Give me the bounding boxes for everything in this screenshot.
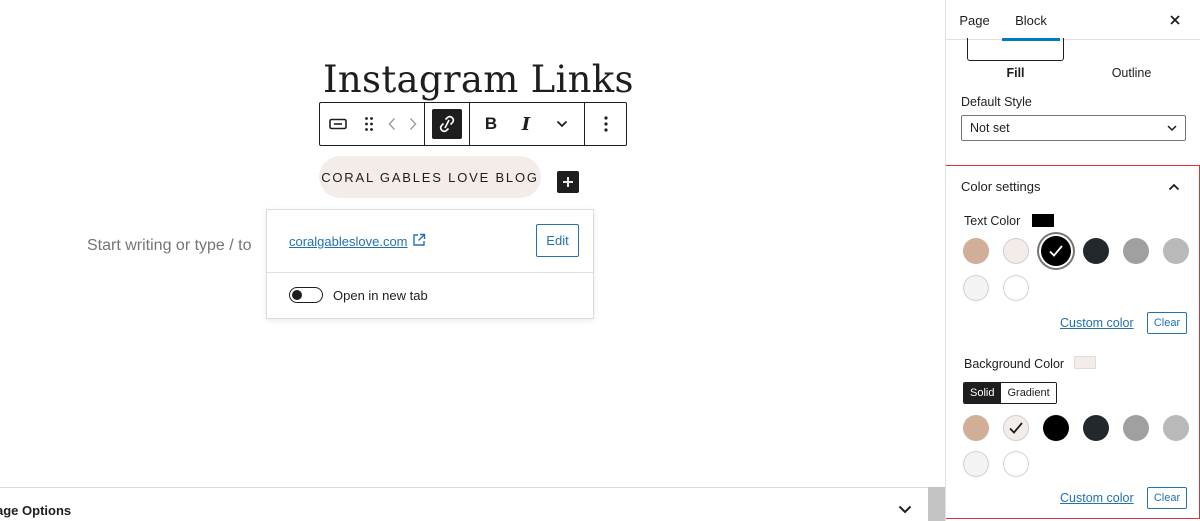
style-fill-preview[interactable] [967, 38, 1064, 61]
background-color-indicator [1074, 356, 1096, 369]
unlink-button[interactable] [425, 103, 469, 145]
chevron-down-icon[interactable] [898, 501, 912, 519]
background-color-swatch[interactable] [1003, 415, 1029, 441]
text-color-swatch[interactable] [1083, 238, 1109, 264]
background-color-swatch[interactable] [1163, 415, 1189, 441]
move-right-icon[interactable] [402, 103, 424, 145]
page-title[interactable]: Instagram Links [323, 58, 634, 101]
edit-link-button[interactable]: Edit [536, 224, 579, 257]
text-color-swatch[interactable] [1003, 275, 1029, 301]
italic-button[interactable]: I [512, 103, 540, 145]
background-color-swatch[interactable] [1003, 451, 1029, 477]
gradient-option[interactable]: Gradient [1000, 383, 1056, 403]
toggle-knob [292, 290, 302, 300]
link-popover-settings-row: Open in new tab [267, 273, 593, 319]
default-style-value: Not set [970, 121, 1010, 135]
text-custom-color-link[interactable]: Custom color [1060, 316, 1134, 330]
close-icon[interactable] [1166, 11, 1184, 29]
scrollbar-thumb[interactable] [928, 487, 945, 521]
link-url[interactable]: coralgableslove.com [289, 234, 408, 249]
tab-block[interactable]: Block [1002, 0, 1060, 41]
toolbar-group-format: B I [470, 103, 585, 145]
options-icon[interactable] [585, 103, 627, 145]
open-in-new-tab-toggle[interactable] [289, 287, 323, 303]
add-block-plus-icon[interactable] [557, 171, 579, 193]
move-left-icon[interactable] [382, 103, 402, 145]
button-block[interactable]: CORAL GABLES LOVE BLOG [319, 156, 541, 198]
style-fill-label[interactable]: Fill [967, 66, 1064, 80]
text-color-swatch[interactable] [963, 238, 989, 264]
text-color-swatch[interactable] [1041, 236, 1071, 266]
toolbar-group-link [425, 103, 470, 145]
color-settings-panel: Color settings Text Color Custom color C… [946, 165, 1200, 519]
editor-canvas: Instagram Links B I CORAL GABLES LOVE BL… [0, 0, 945, 521]
block-toolbar: B I [319, 102, 627, 146]
check-icon [1009, 422, 1023, 434]
chevron-up-icon[interactable] [1168, 178, 1180, 196]
bold-button[interactable]: B [470, 103, 512, 145]
open-in-new-tab-label: Open in new tab [333, 288, 428, 303]
background-color-swatch[interactable] [1043, 415, 1069, 441]
background-color-label: Background Color [964, 357, 1065, 371]
page-options-label: age Options [0, 503, 72, 518]
check-icon [1049, 245, 1063, 257]
solid-option[interactable]: Solid [964, 383, 1001, 403]
external-link-icon [412, 233, 426, 252]
toolbar-group-block [320, 103, 425, 145]
background-color-swatch[interactable] [1083, 415, 1109, 441]
toolbar-group-options [585, 103, 627, 145]
background-color-swatch[interactable] [1123, 415, 1149, 441]
link-popover-url-row: coralgableslove.com Edit [267, 210, 593, 273]
button-block-icon[interactable] [320, 103, 356, 145]
paragraph-placeholder[interactable]: Start writing or type / to [87, 237, 252, 255]
solid-gradient-toggle: Solid Gradient [963, 382, 1057, 404]
unlink-icon [432, 109, 462, 139]
more-rich-text-icon[interactable] [540, 103, 584, 145]
text-color-label: Text Color [964, 214, 1021, 228]
chevron-down-icon [1167, 121, 1177, 135]
text-color-swatch[interactable] [963, 275, 989, 301]
style-outline-label[interactable]: Outline [1083, 66, 1180, 80]
text-color-clear-button[interactable]: Clear [1147, 312, 1187, 334]
settings-sidebar: Page Block Fill Outline Default Style No… [945, 0, 1200, 521]
color-settings-title[interactable]: Color settings [961, 179, 1040, 194]
tab-page[interactable]: Page [953, 0, 996, 40]
background-custom-color-link[interactable]: Custom color [1060, 491, 1134, 505]
background-color-clear-button[interactable]: Clear [1147, 487, 1187, 509]
page-options-panel[interactable]: age Options [0, 487, 928, 521]
background-color-swatch[interactable] [963, 451, 989, 477]
sidebar-tabs: Page Block [946, 0, 1200, 41]
link-popover: coralgableslove.com Edit Open in new tab [266, 209, 594, 319]
default-style-select[interactable]: Not set [961, 115, 1186, 141]
text-color-swatch[interactable] [1123, 238, 1149, 264]
text-color-indicator [1032, 214, 1054, 227]
text-color-swatch[interactable] [1003, 238, 1029, 264]
background-color-swatch[interactable] [963, 415, 989, 441]
default-style-label: Default Style [961, 95, 1032, 109]
drag-handle-icon[interactable] [356, 103, 382, 145]
text-color-swatch[interactable] [1163, 238, 1189, 264]
